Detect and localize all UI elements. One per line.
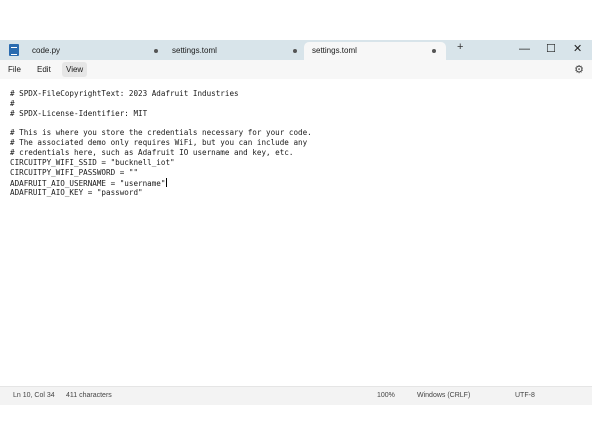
editor-line-with-caret: ADAFRUIT_AIO_USERNAME = "username" [10,178,168,188]
new-tab-button[interactable]: + [457,41,463,53]
text-editor[interactable]: # SPDX-FileCopyrightText: 2023 Adafruit … [0,79,592,386]
menu-edit[interactable]: Edit [33,62,55,77]
line-ending[interactable]: Windows (CRLF) [417,387,470,405]
editor-line: ADAFRUIT_AIO_KEY = "password" [10,188,143,197]
editor-line: # The associated demo only requires WiFi… [10,138,308,147]
menu-bar: File Edit View ⚙ [0,60,592,79]
unsaved-dot-icon [154,49,158,53]
text-caret [166,178,168,187]
editor-line-text: ADAFRUIT_AIO_USERNAME = "username" [10,179,166,188]
character-count: 411 characters [66,392,112,399]
title-bar: code.py settings.toml settings.toml + — … [0,40,592,60]
close-button[interactable]: ✕ [573,40,582,58]
gear-icon[interactable]: ⚙ [574,63,584,76]
notepad-window: code.py settings.toml settings.toml + — … [0,40,592,405]
editor-line: # SPDX-FileCopyrightText: 2023 Adafruit … [10,89,239,98]
tab-label: code.py [32,46,61,55]
editor-line: # credentials here, such as Adafruit IO … [10,148,294,157]
editor-line: # [10,99,15,108]
cursor-position: Ln 10, Col 34 [13,392,55,399]
editor-line: # SPDX-License-Identifier: MIT [10,109,148,118]
minimize-button[interactable]: — [519,40,530,58]
tab-settings-toml-1[interactable]: settings.toml [164,42,304,60]
unsaved-dot-icon [432,49,436,53]
editor-line: CIRCUITPY_WIFI_SSID = "bucknell_iot" [10,158,175,167]
notepad-app-icon [9,44,19,56]
tab-settings-toml-2[interactable]: settings.toml [304,42,446,60]
tab-code-py[interactable]: code.py [24,42,164,60]
unsaved-dot-icon [293,49,297,53]
status-bar: Ln 10, Col 34 411 characters 100% Window… [0,386,592,405]
encoding[interactable]: UTF-8 [515,387,535,405]
editor-line: CIRCUITPY_WIFI_PASSWORD = "" [10,168,139,177]
maximize-button[interactable]: ☐ [546,40,556,58]
editor-line: # This is where you store the credential… [10,128,312,137]
tab-label: settings.toml [312,46,357,55]
menu-view[interactable]: View [62,62,88,77]
zoom-level[interactable]: 100% [377,387,395,405]
menu-file[interactable]: File [4,62,25,77]
tab-label: settings.toml [172,46,217,55]
